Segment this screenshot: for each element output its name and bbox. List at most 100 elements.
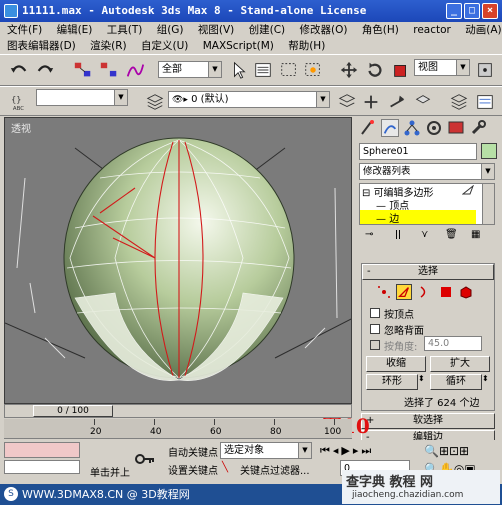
loop-spinner-icon[interactable]: ⬍ [482,374,489,383]
redo-icon[interactable] [34,59,56,81]
selection-rollout-header[interactable]: - 选择 [362,264,494,280]
close-button[interactable]: × [482,3,498,19]
move-icon[interactable] [338,59,360,81]
chevron-down-icon: ▼ [456,60,469,75]
object-color-swatch[interactable] [481,143,497,159]
rotate-icon[interactable] [364,59,386,81]
menu-graph-editors[interactable]: 图表编辑器(D) [7,40,76,52]
grow-button[interactable]: 扩大 [430,356,490,372]
selection-count: 选择了 624 个边 [404,398,480,409]
soft-selection-rollout[interactable]: + 软选择 [361,413,495,429]
pin-stack-icon[interactable]: ⊸ [365,229,373,240]
tick-label: 80 [270,427,282,437]
time-slider[interactable]: 0 / 100 [4,404,352,418]
menu-reactor[interactable]: reactor [413,24,451,36]
display-tab-icon[interactable] [447,119,465,137]
menu-tools[interactable]: 工具(T) [107,24,143,36]
shrink-button[interactable]: 收缩 [366,356,426,372]
time-slider-thumb[interactable]: 0 / 100 [33,405,113,417]
ring-button[interactable]: 环形 [366,374,418,390]
menu-animation[interactable]: 动画(A) [465,24,501,36]
layers-icon[interactable] [448,91,470,113]
menu-file[interactable]: 文件(F) [7,24,42,36]
select-by-name-icon[interactable] [252,59,274,81]
rect-select-region-icon[interactable] [278,59,300,81]
maxscript-listener[interactable] [4,442,80,458]
key-mode-dropdown[interactable]: 选定对象 ▼ [220,442,312,459]
menu-character[interactable]: 角色(H) [362,24,399,36]
auto-key-button[interactable]: 自动关键点 [168,444,218,459]
window-crossing-icon[interactable] [302,59,324,81]
set-key-button[interactable]: 设置关键点 [168,462,218,477]
polygon-mode-icon[interactable] [438,284,454,300]
hierarchy-tab-icon[interactable] [403,119,421,137]
ignore-backfacing-label: 忽略背面 [384,326,424,337]
select-object-icon[interactable] [228,59,250,81]
modifier-list-value: 修改器列表 [363,166,411,177]
object-name-field[interactable]: Sphere01 [359,143,477,160]
utilities-tab-icon[interactable] [469,119,487,137]
menu-maxscript[interactable]: MAXScript(M) [203,40,274,52]
by-angle-checkbox[interactable] [370,340,380,350]
maximize-button[interactable]: □ [464,3,480,19]
menu-bar: 文件(F) 编辑(E) 工具(T) 组(G) 视图(V) 创建(C) 修改器(O… [0,22,502,38]
remove-modifier-icon[interactable]: 🗑 [445,229,458,240]
menu-customize[interactable]: 自定义(U) [141,40,188,52]
bind-space-warp-icon[interactable] [124,59,146,81]
modify-tab-icon[interactable] [381,119,399,137]
pivot-center-icon[interactable] [474,59,496,81]
configure-modifier-sets-icon[interactable]: ▦ [471,229,480,240]
create-tab-icon[interactable] [359,119,377,137]
element-mode-icon[interactable] [458,284,474,300]
ignore-backfacing-checkbox[interactable] [370,324,380,334]
motion-tab-icon[interactable] [425,119,443,137]
menu-rendering[interactable]: 渲染(R) [90,40,127,52]
perspective-viewport[interactable]: 透视 [4,117,352,404]
menu-modifiers[interactable]: 修改器(O) [300,24,348,36]
watermark-right: 查字典 教程 网 jiaocheng.chazidian.com [342,470,500,504]
selection-filter-dropdown[interactable]: 全部 ▼ [158,61,222,78]
layer-dropdown[interactable]: 👁▸ 0 (默认) ▼ [168,91,330,108]
track-bar[interactable]: 20 40 60 80 100 [4,419,352,439]
loop-button[interactable]: 循环 [430,374,482,390]
vertex-mode-icon[interactable] [376,284,392,300]
unlink-icon[interactable] [98,59,120,81]
chevron-down-icon: ▼ [298,443,311,458]
minimize-button[interactable]: _ [446,3,462,19]
by-angle-spinner[interactable]: 45.0 [424,336,482,351]
select-in-layer-icon[interactable] [386,91,408,113]
scale-icon[interactable] [390,59,412,81]
layer-manager-icon[interactable] [144,91,166,113]
edge-mode-icon[interactable] [396,284,412,300]
by-vertex-checkbox[interactable] [370,308,380,318]
track-view-icon[interactable] [474,91,496,113]
tick-label: 100 [324,427,342,437]
create-layer-icon[interactable] [336,91,358,113]
named-selection-sets-dropdown[interactable]: ▼ [36,89,128,106]
menu-help[interactable]: 帮助(H) [288,40,325,52]
command-panel: Sphere01 修改器列表 ▼ ⊟ 可编辑多边形 — 顶点 — 边 ⊸ ǀǀ ⋎… [355,117,502,446]
show-end-result-icon[interactable]: ǀǀ [395,229,401,240]
modifier-list-dropdown[interactable]: 修改器列表 ▼ [359,163,495,180]
ring-spinner-icon[interactable]: ⬍ [418,374,425,383]
set-current-layer-icon[interactable] [412,91,434,113]
select-and-link-icon[interactable] [72,59,94,81]
key-icon[interactable] [134,448,156,470]
key-filters-button[interactable]: 关键点过滤器... [240,462,310,477]
menu-create[interactable]: 创建(C) [249,24,286,36]
reference-coordinate-dropdown[interactable]: 视图 ▼ [414,59,470,76]
menu-views[interactable]: 视图(V) [198,24,234,36]
menu-edit[interactable]: 编辑(E) [57,24,93,36]
watermark-right-url: jiaocheng.chazidian.com [352,490,464,500]
sphere-mesh[interactable] [5,118,352,404]
named-selection-icon[interactable]: {} ABC [8,91,36,113]
key-filter-icon[interactable]: ╲ [222,462,228,473]
playback-controls[interactable]: ⏮◂▶▸⏭ [320,444,420,458]
make-unique-icon[interactable]: ⋎ [421,229,428,240]
menu-group[interactable]: 组(G) [157,24,184,36]
undo-icon[interactable] [8,59,30,81]
add-to-layer-icon[interactable] [360,91,382,113]
stack-scrollbar[interactable] [482,184,494,224]
stack-item-edge[interactable]: — 边 [360,210,476,225]
border-mode-icon[interactable] [416,284,432,300]
